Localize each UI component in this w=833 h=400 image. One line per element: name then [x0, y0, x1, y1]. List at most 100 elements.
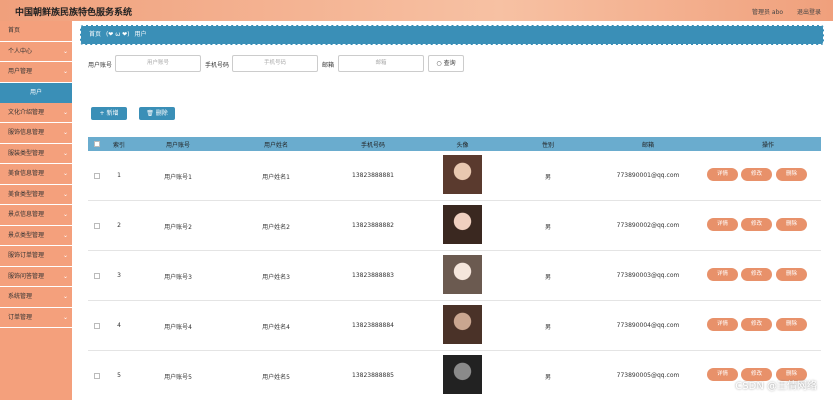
- detail-button[interactable]: 详情: [707, 268, 738, 281]
- detail-button[interactable]: 详情: [707, 368, 738, 381]
- cell-email: 773890004@qq.com: [616, 322, 680, 329]
- header-name: 用户姓名: [263, 142, 288, 149]
- chevron-down-icon: ⌄: [62, 68, 68, 75]
- current-user[interactable]: 管理员 abo: [752, 9, 783, 16]
- main-content: 首页 (❤ ω ❤) 用户 用户账号 用户账号 手机号码 手机号码 邮箱 邮箱 …: [72, 21, 833, 400]
- delete-button[interactable]: 删除: [776, 168, 807, 181]
- sidebar-item[interactable]: 美食信息管理 ⌄: [0, 164, 72, 185]
- sidebar-item[interactable]: 首页: [0, 21, 72, 42]
- sidebar-item[interactable]: 服饰信息管理 ⌄: [0, 123, 72, 144]
- email-label: 邮箱: [322, 62, 335, 69]
- cell-name: 用户姓名3: [262, 274, 290, 281]
- cell-account: 用户账号3: [164, 274, 192, 281]
- avatar: [443, 355, 482, 394]
- detail-button[interactable]: 详情: [707, 168, 738, 181]
- sidebar-item[interactable]: 景点类型管理 ⌄: [0, 226, 72, 246]
- cell-gender: 男: [544, 174, 551, 181]
- sidebar-item-label: 美食信息管理: [8, 170, 45, 177]
- cell-name: 用户姓名1: [262, 174, 290, 181]
- row-checkbox[interactable]: [94, 323, 100, 329]
- header-account: 用户账号: [165, 142, 190, 149]
- breadcrumb-current: 用户: [134, 31, 147, 38]
- cell-name: 用户姓名5: [262, 374, 290, 381]
- sidebar-item[interactable]: 订单管理 ⌄: [0, 308, 72, 328]
- sidebar-item[interactable]: 用户管理 ⌄: [0, 62, 72, 83]
- cell-name: 用户姓名2: [262, 224, 290, 231]
- table-row: 3 用户账号3 用户姓名3 13823888883 男 773890003@qq.com 详…: [88, 251, 821, 301]
- account-input[interactable]: 用户账号: [115, 55, 201, 72]
- sidebar-item[interactable]: 景点信息管理 ⌄: [0, 205, 72, 226]
- breadcrumb-home[interactable]: 首页: [89, 31, 101, 38]
- avatar: [443, 255, 482, 294]
- select-all-checkbox[interactable]: [94, 141, 100, 147]
- cell-email: 773890005@qq.com: [616, 372, 680, 379]
- cell-name: 用户姓名4: [262, 324, 290, 331]
- email-input[interactable]: 邮箱: [338, 55, 424, 72]
- sidebar-item[interactable]: 服饰问答管理 ⌄: [0, 267, 72, 287]
- cell-email: 773890003@qq.com: [616, 272, 680, 279]
- sidebar-subitem-users[interactable]: 用户: [0, 82, 72, 103]
- phone-label: 手机号码: [205, 62, 230, 69]
- detail-label: 详情: [716, 271, 728, 277]
- cell-account: 用户账号2: [164, 224, 192, 231]
- sidebar-item-label: 文化介绍管理: [8, 108, 45, 116]
- breadcrumb: 首页 (❤ ω ❤) 用户: [80, 25, 824, 45]
- table-header: 索引 用户账号 用户姓名 手机号码 头像 性别 邮箱 操作: [88, 137, 821, 151]
- delete-label: 删除: [785, 271, 797, 277]
- chevron-down-icon: ⌄: [62, 313, 68, 321]
- row-checkbox[interactable]: [94, 373, 100, 379]
- edit-button[interactable]: 修改: [741, 218, 772, 231]
- chevron-down-icon: ⌄: [62, 47, 68, 55]
- sidebar-item-label: 景点信息管理: [8, 211, 45, 218]
- edit-button[interactable]: 修改: [741, 268, 772, 281]
- sidebar-item[interactable]: 美食类型管理 ⌄: [0, 185, 72, 205]
- sidebar-item-label: 系统管理: [8, 293, 33, 300]
- detail-button[interactable]: 详情: [707, 318, 738, 331]
- row-checkbox[interactable]: [94, 173, 100, 179]
- chevron-down-icon: ⌄: [62, 190, 68, 198]
- top-bar: 中国朝鲜族民族特色服务系统 管理员 abo 退出登录: [0, 0, 833, 21]
- query-button[interactable]: ○ 查询: [428, 55, 464, 72]
- sidebar-item[interactable]: 服饰订单管理 ⌄: [0, 246, 72, 267]
- chevron-down-icon: ⌄: [62, 272, 68, 280]
- cell-gender: 男: [544, 274, 551, 281]
- cell-index: 4: [117, 322, 121, 329]
- delete-label: 删除: [785, 321, 797, 327]
- edit-button[interactable]: 修改: [741, 318, 772, 331]
- sidebar-item[interactable]: 文化介绍管理 ⌄: [0, 103, 72, 123]
- delete-button[interactable]: 删除: [776, 268, 807, 281]
- chevron-down-icon: ⌄: [62, 293, 68, 300]
- chevron-down-icon: ⌄: [62, 252, 68, 259]
- cell-phone: 13823888883: [352, 272, 394, 279]
- delete-button[interactable]: 删除: [776, 318, 807, 331]
- chevron-down-icon: ⌄: [62, 129, 68, 136]
- sidebar-item[interactable]: 系统管理 ⌄: [0, 287, 72, 308]
- cell-gender: 男: [544, 224, 551, 231]
- sidebar-item[interactable]: 服装类型管理 ⌄: [0, 144, 72, 164]
- sidebar-item-label: 服饰问答管理: [8, 272, 45, 280]
- header-actions: 操作: [761, 142, 774, 149]
- top-right-links: 管理员 abo 退出登录: [740, 7, 821, 16]
- avatar: [443, 305, 482, 344]
- detail-label: 详情: [716, 321, 728, 327]
- detail-button[interactable]: 详情: [707, 218, 738, 231]
- sidebar-item[interactable]: 个人中心 ⌄: [0, 42, 72, 62]
- cell-index: 1: [117, 172, 121, 179]
- batch-delete-button[interactable]: 🗑 删除: [139, 107, 175, 120]
- cell-account: 用户账号1: [164, 174, 192, 181]
- cell-email: 773890002@qq.com: [616, 222, 680, 229]
- app-title: 中国朝鲜族民族特色服务系统: [15, 8, 133, 18]
- logout-link[interactable]: 退出登录: [797, 9, 821, 16]
- detail-label: 详情: [716, 221, 728, 227]
- add-button[interactable]: + 新增: [91, 107, 127, 120]
- phone-input[interactable]: 手机号码: [232, 55, 318, 72]
- delete-label: 删除: [785, 171, 797, 177]
- row-checkbox[interactable]: [94, 273, 100, 279]
- edit-button[interactable]: 修改: [741, 168, 772, 181]
- edit-label: 修改: [750, 321, 762, 327]
- cell-index: 3: [117, 272, 121, 279]
- header-gender: 性别: [541, 142, 554, 149]
- cell-phone: 13823888881: [352, 172, 394, 179]
- delete-button[interactable]: 删除: [776, 218, 807, 231]
- row-checkbox[interactable]: [94, 223, 100, 229]
